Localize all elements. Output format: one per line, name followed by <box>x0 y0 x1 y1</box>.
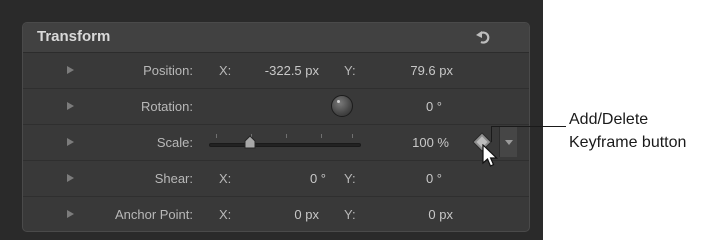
scale-label: Scale: <box>156 135 193 150</box>
disclosure-triangle-icon[interactable] <box>67 138 74 146</box>
callout-text: Add/Delete Keyframe button <box>569 108 708 154</box>
anchor-y-field[interactable]: 0 px <box>428 207 453 222</box>
chevron-down-icon <box>505 140 513 145</box>
disclosure-triangle-icon[interactable] <box>67 66 74 74</box>
shear-y-field[interactable]: 0 ° <box>426 171 442 186</box>
position-x-field[interactable]: -322.5 px <box>265 63 319 78</box>
anchor-x-field[interactable]: 0 px <box>294 207 319 222</box>
shear-x-field[interactable]: 0 ° <box>310 171 326 186</box>
position-y-field[interactable]: 79.6 px <box>410 63 453 78</box>
slider-tick <box>286 134 287 138</box>
transform-header[interactable]: Transform <box>23 23 529 53</box>
shear-row: Shear: X: 0 ° Y: 0 ° <box>23 161 529 197</box>
scale-row: Scale: 100 % <box>23 125 529 161</box>
callout-leader-line <box>492 126 566 127</box>
position-row: Position: X: -322.5 px Y: 79.6 px <box>23 53 529 89</box>
disclosure-triangle-icon[interactable] <box>67 174 74 182</box>
section-title: Transform <box>37 28 111 45</box>
add-delete-keyframe-button[interactable] <box>471 131 493 153</box>
shear-y-label: Y: <box>344 171 356 186</box>
callout-line-1: Add/Delete <box>569 111 649 128</box>
anchor-point-label: Anchor Point: <box>114 207 193 222</box>
keyframe-menu-button[interactable] <box>499 127 517 157</box>
anchor-y-label: Y: <box>344 207 356 222</box>
position-label: Position: <box>143 63 193 78</box>
slider-thumb[interactable] <box>244 135 256 149</box>
rotation-row: Rotation: 0 ° <box>23 89 529 125</box>
rotation-field[interactable]: 0 ° <box>426 99 442 114</box>
rotation-label: Rotation: <box>140 99 193 114</box>
dial-indicator <box>337 100 340 103</box>
reset-arrow-icon[interactable] <box>473 27 493 47</box>
position-y-label: Y: <box>344 63 356 78</box>
scale-field[interactable]: 100 % <box>412 135 449 150</box>
shear-x-label: X: <box>219 171 232 186</box>
callout-line-2: Keyframe button <box>569 134 687 151</box>
slider-tick <box>352 134 353 138</box>
scale-slider[interactable] <box>209 143 361 147</box>
anchor-x-label: X: <box>219 207 232 222</box>
callout-leader-tick <box>491 126 492 142</box>
disclosure-triangle-icon[interactable] <box>67 102 74 110</box>
disclosure-triangle-icon[interactable] <box>67 210 74 218</box>
rotation-dial[interactable] <box>331 95 353 117</box>
position-x-label: X: <box>219 63 232 78</box>
anchor-point-row: Anchor Point: X: 0 px Y: 0 px <box>23 197 529 231</box>
shear-label: Shear: <box>154 171 193 186</box>
slider-tick <box>216 134 217 138</box>
transform-inspector: Transform Position: X: -322.5 px Y: 79.6… <box>22 22 530 232</box>
slider-tick <box>321 134 322 138</box>
